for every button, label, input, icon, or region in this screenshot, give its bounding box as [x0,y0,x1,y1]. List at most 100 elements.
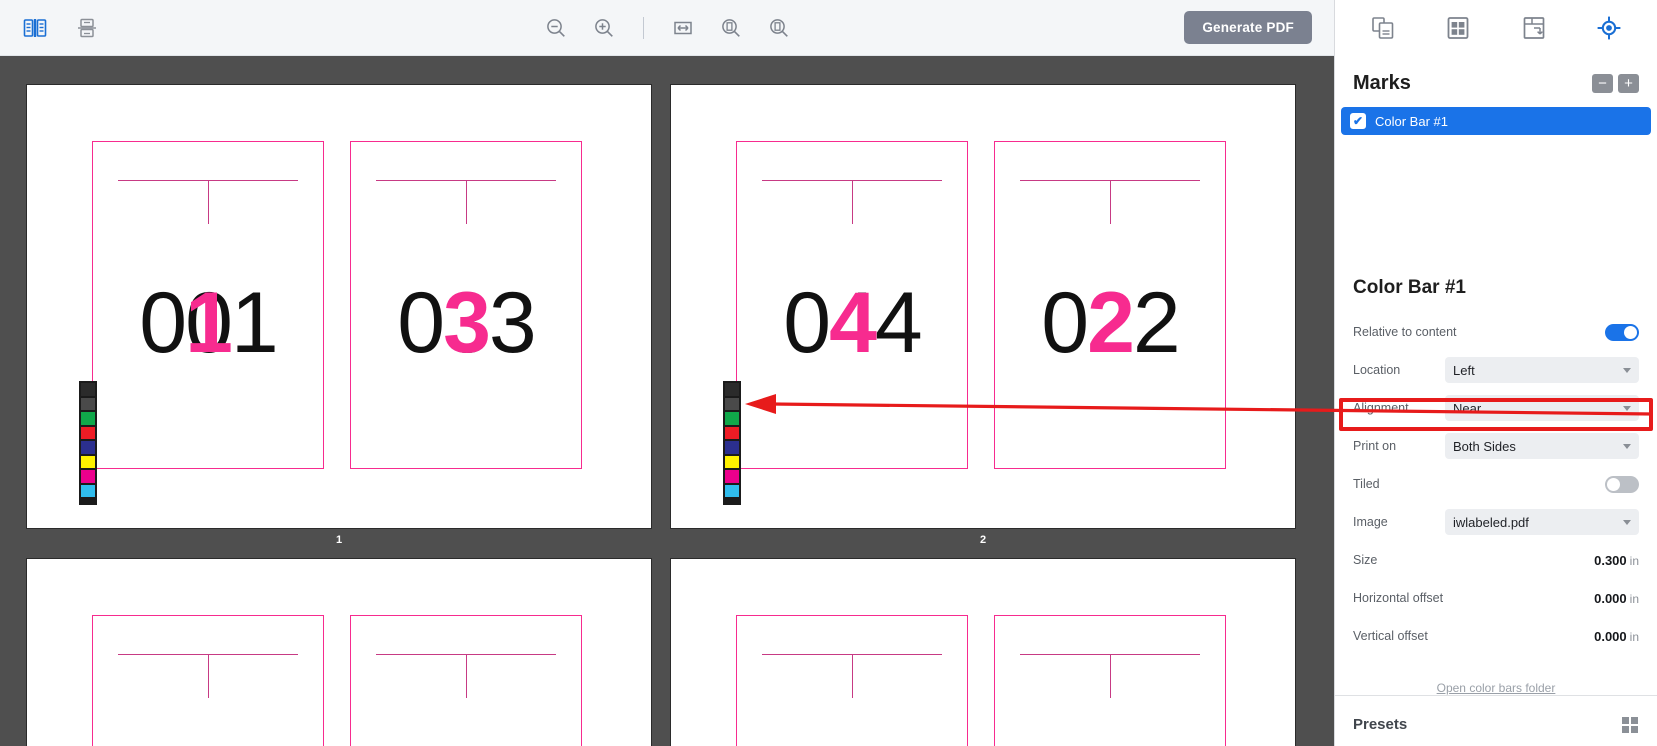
toggle-knob [1607,477,1620,491]
zoom-in-icon[interactable] [589,13,619,43]
property-row-print-on: Print on Both Sides [1353,427,1639,465]
color-bar-sheet-1[interactable] [79,381,97,505]
size-value: 0.300 [1594,552,1627,568]
chevron-down-icon [1623,519,1631,525]
properties-title: Color Bar #1 [1353,277,1466,298]
location-select-value: Left [1453,362,1475,378]
image-select-value: iwlabeled.pdf [1453,514,1529,530]
crop-mark-vertical [208,180,209,224]
sidebar-tab-imposition[interactable] [1513,8,1555,48]
imposed-page-2b[interactable]: 022 2 [994,141,1226,469]
sidebar-tab-marks[interactable] [1588,8,1630,48]
page-number-overlay-1a: 001 1 [93,280,323,366]
zoom-out-icon[interactable] [541,13,571,43]
imposed-page-4b[interactable] [994,615,1226,746]
page-number-overlay-2a: 4 [737,280,967,366]
toolbar-divider [642,16,644,39]
size-value-group[interactable]: 0.300 in [1594,553,1639,568]
remove-mark-button[interactable]: − [1592,74,1613,93]
actual-size-icon[interactable] [764,13,794,43]
horizontal-offset-value: 0.000 [1594,590,1627,606]
sheet-2[interactable]: 044 4 022 2 [670,84,1296,529]
mark-list-item-color-bar-1[interactable]: ✔ Color Bar #1 [1341,107,1651,135]
sheet-4[interactable] [670,558,1296,746]
crop-mark-vertical [466,654,467,698]
presets-grid-icon[interactable] [1622,716,1639,733]
property-label-horizontal-offset: Horizontal offset [1353,591,1444,605]
property-row-vertical-offset: Vertical offset 0.000 in [1353,617,1639,655]
property-label-size: Size [1353,553,1378,567]
sheet-row-top: 001 001 1 033 [0,84,1334,546]
crop-mark-vertical [208,654,209,698]
sheet-3[interactable] [26,558,652,746]
property-label-vertical-offset: Vertical offset [1353,629,1428,643]
mark-properties-panel: Color Bar #1 Relative to content Locatio… [1335,259,1657,695]
sheet-wrapper-2: 044 4 022 2 2 [670,84,1296,546]
toggle-knob [1624,325,1637,339]
tiled-toggle[interactable] [1605,475,1639,493]
print-on-select[interactable]: Both Sides [1445,433,1639,459]
imposed-page-2a[interactable]: 044 4 [736,141,968,469]
sidebar-tab-layout[interactable] [1437,8,1479,48]
page-mark-digit-2b: 2 [1087,275,1135,371]
sheet-row-bottom [0,558,1334,746]
imposed-page-4a[interactable] [736,615,968,746]
alignment-select-value: Near [1453,400,1482,416]
sidebar-tab-pages[interactable] [1362,8,1404,48]
crop-mark-vertical [466,180,467,224]
property-row-alignment: Alignment Near [1353,389,1639,427]
sheet-wrapper-4 [670,558,1296,746]
marks-list: ✔ Color Bar #1 [1335,107,1657,203]
sheet-label-1: 1 [335,534,343,546]
imposed-page-1b[interactable]: 033 3 [350,141,582,469]
crop-mark-vertical [852,180,853,224]
property-label-print-on: Print on [1353,439,1397,453]
mark-checkbox[interactable]: ✔ [1350,113,1366,129]
presets-bar[interactable]: Presets [1335,695,1657,746]
property-label-alignment: Alignment [1353,401,1409,415]
presets-title: Presets [1353,716,1408,733]
marks-buttons: − + [1592,74,1639,93]
horizontal-offset-unit: in [1629,591,1639,606]
relative-to-content-toggle[interactable] [1605,323,1639,341]
imposed-page-3b[interactable] [350,615,582,746]
page-mark-digit-1b: 3 [443,275,491,371]
page-number-overlay-2b: 2 [995,280,1225,366]
marks-header: Marks − + [1335,56,1657,107]
imposed-page-3a[interactable] [92,615,324,746]
fit-width-icon[interactable] [668,13,698,43]
print-on-select-value: Both Sides [1453,438,1516,454]
mark-item-label: Color Bar #1 [1375,113,1448,129]
alignment-select[interactable]: Near [1445,395,1639,421]
fit-page-icon[interactable] [716,13,746,43]
property-row-relative-to-content: Relative to content [1353,313,1639,351]
property-row-image: Image iwlabeled.pdf [1353,503,1639,541]
location-select[interactable]: Left [1445,357,1639,383]
sheet-1[interactable]: 001 001 1 033 [26,84,652,529]
crop-mark-vertical [1110,180,1111,224]
property-label-location: Location [1353,363,1401,377]
color-bar-sheet-2[interactable] [723,381,741,505]
sheet-label-2: 2 [979,534,987,546]
page-mark-digit-2a: 4 [829,275,877,371]
sheet-wrapper-3 [26,558,652,746]
open-color-bars-folder-link[interactable]: Open color bars folder [1353,681,1639,695]
property-row-tiled: Tiled [1353,465,1639,503]
imposed-page-1a[interactable]: 001 001 1 [92,141,324,469]
chevron-down-icon [1623,405,1631,411]
vertical-offset-value-group[interactable]: 0.000 in [1594,629,1639,644]
size-unit: in [1629,553,1639,568]
vertical-offset-value: 0.000 [1594,628,1627,644]
property-label-tiled: Tiled [1353,477,1380,491]
image-select[interactable]: iwlabeled.pdf [1445,509,1639,535]
add-mark-button[interactable]: + [1618,74,1639,93]
sheet-canvas[interactable]: 001 001 1 033 [0,56,1334,746]
app-window: Generate PDF 001 001 [0,0,1657,746]
page-number-overlay-1b: 3 [351,280,581,366]
toolbar-zoom-group [0,13,1334,43]
property-row-location: Location Left [1353,351,1639,389]
page-mark-digit-1a: 1 [185,275,233,371]
sidebar-tab-bar [1335,0,1657,57]
horizontal-offset-value-group[interactable]: 0.000 in [1594,591,1639,606]
sheet-wrapper-1: 001 001 1 033 [26,84,652,546]
